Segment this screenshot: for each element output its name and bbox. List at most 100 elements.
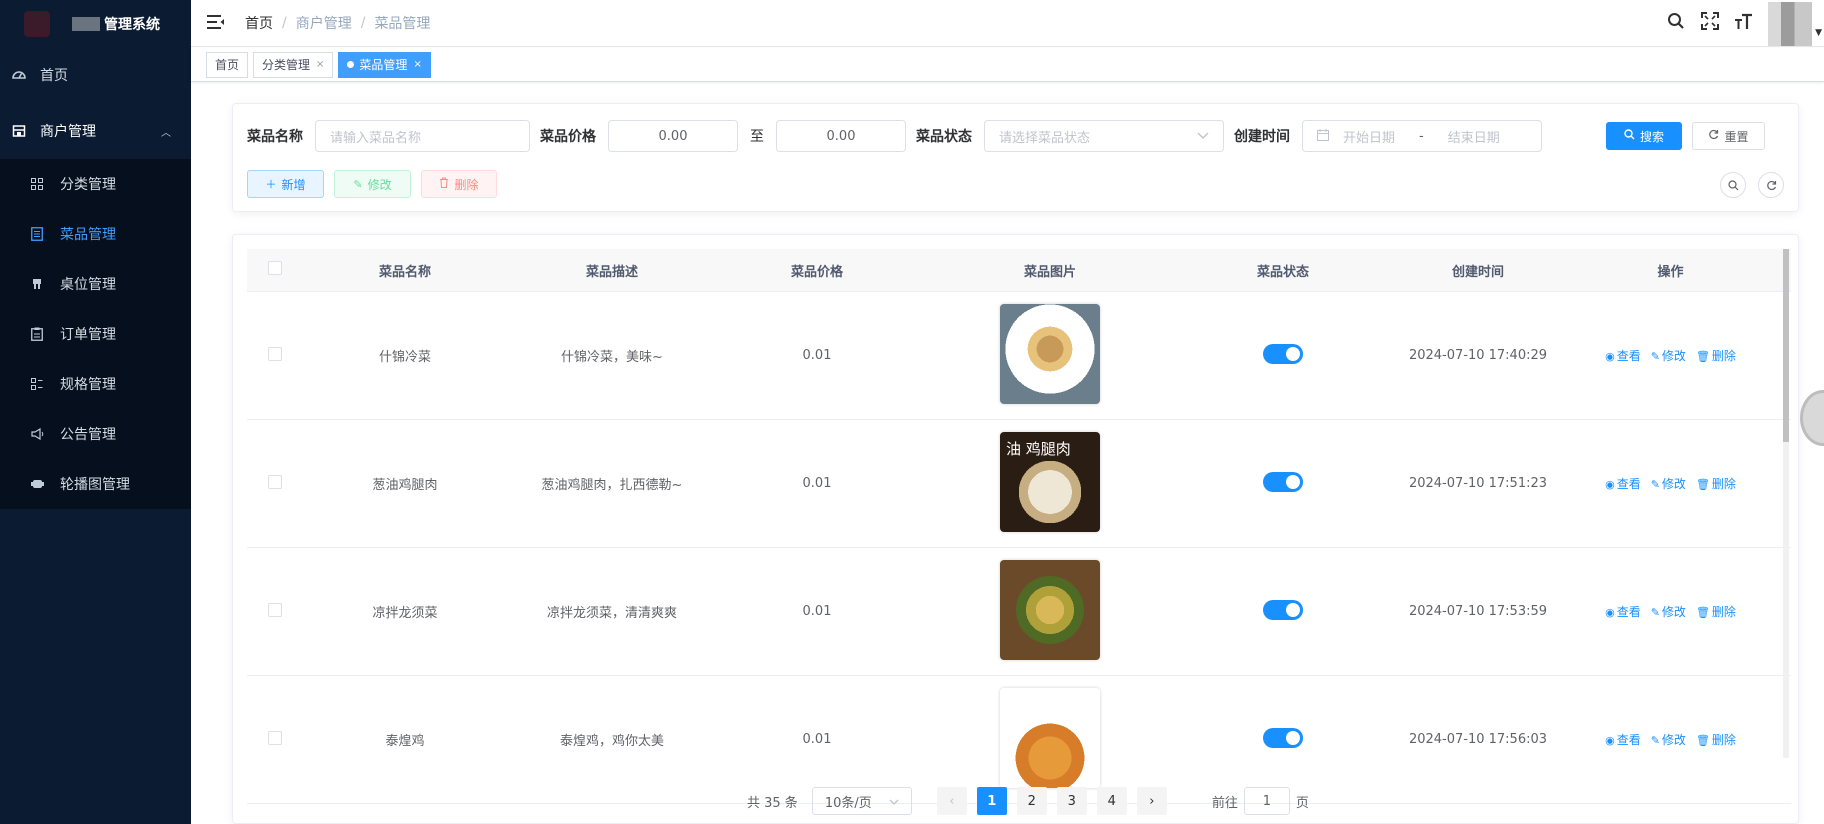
eye-icon: ◉ xyxy=(1605,606,1615,619)
pagination: 共 35 条 10条/页 ‹ 1 2 3 4 › 前往 1 页 xyxy=(747,787,1309,815)
scrollbar-thumb[interactable] xyxy=(1783,249,1789,442)
sidebar-item-home[interactable]: 首页 xyxy=(0,47,191,103)
sidebar-item-orders[interactable]: 订单管理 xyxy=(0,309,191,359)
select-all-checkbox[interactable] xyxy=(268,261,282,275)
page-size-select[interactable]: 10条/页 xyxy=(811,787,912,815)
column-header: 创建时间 xyxy=(1451,264,1504,280)
tag-dishes[interactable]: 菜品管理 × xyxy=(338,51,431,78)
status-switch[interactable] xyxy=(1263,599,1303,620)
close-icon[interactable]: × xyxy=(413,59,421,70)
sidebar-item-label: 首页 xyxy=(40,68,68,84)
view-link[interactable]: ◉ 查看 xyxy=(1605,731,1641,748)
sidebar-item-specs[interactable]: 规格管理 xyxy=(0,359,191,409)
trash-icon xyxy=(439,177,449,191)
row-checkbox[interactable] xyxy=(268,346,282,361)
row-checkbox[interactable] xyxy=(268,474,282,489)
goto-page-input[interactable]: 1 xyxy=(1243,787,1290,815)
dish-image[interactable] xyxy=(1000,559,1100,660)
breadcrumb-home[interactable]: 首页 xyxy=(245,13,273,33)
active-dot-icon xyxy=(347,61,355,68)
status-switch[interactable] xyxy=(1263,471,1303,492)
created-time: 2024-07-10 17:53:59 xyxy=(1408,604,1548,619)
avatar[interactable] xyxy=(1768,1,1812,46)
date-range-picker[interactable]: 开始日期 - 结束日期 xyxy=(1302,120,1542,152)
dish-price: 0.01 xyxy=(802,604,832,619)
edit-button[interactable]: ✎ 修改 xyxy=(334,170,411,198)
table-row[interactable]: 泰煌鸡 泰煌鸡，鸡你太美 0.01 2024-07-10 17:56:03 ◉ 查… xyxy=(247,676,1791,804)
action-toolbar: ＋ 新增 ✎ 修改 删除 xyxy=(247,170,497,198)
sidebar-item-dishes[interactable]: 菜品管理 xyxy=(0,209,191,259)
goto-label: 前往 xyxy=(1211,795,1238,811)
edit-label: 修改 xyxy=(1661,349,1686,363)
table-scrollbar[interactable] xyxy=(1783,249,1789,758)
page-button[interactable]: 1 xyxy=(976,787,1007,815)
status-select[interactable]: 请选择菜品状态 xyxy=(984,120,1224,152)
edit-icon: ✎ xyxy=(1650,606,1660,619)
delete-link[interactable]: 🗑 删除 xyxy=(1696,347,1736,364)
caret-down-icon[interactable]: ▼ xyxy=(1815,28,1822,38)
trash-icon: 🗑 xyxy=(1695,350,1710,363)
page-button[interactable]: 2 xyxy=(1016,787,1047,815)
dish-image[interactable]: 油 鸡腿肉 xyxy=(1000,431,1100,532)
delete-link[interactable]: 🗑 删除 xyxy=(1696,475,1736,492)
dish-image-cell xyxy=(917,559,1183,664)
chevron-down-icon xyxy=(1197,129,1209,144)
name-label: 菜品名称 xyxy=(247,129,303,145)
tag-home[interactable]: 首页 xyxy=(206,51,249,78)
reset-button[interactable]: 重置 xyxy=(1692,122,1765,150)
logo-area[interactable]: 管理系统 xyxy=(0,0,191,47)
view-link[interactable]: ◉ 查看 xyxy=(1605,603,1641,620)
sidebar-group-merchant[interactable]: 商户管理 ︿ xyxy=(0,103,191,159)
search-icon[interactable] xyxy=(1666,12,1686,35)
edit-link[interactable]: ✎ 修改 xyxy=(1651,731,1686,748)
close-icon[interactable]: × xyxy=(316,59,324,70)
view-label: 查看 xyxy=(1616,733,1641,747)
price-max-input[interactable]: 0.00 xyxy=(776,120,906,152)
prev-page-button[interactable]: ‹ xyxy=(936,787,967,815)
sidebar-item-tables[interactable]: 桌位管理 xyxy=(0,259,191,309)
table-row[interactable]: 什锦冷菜 什锦冷菜，美味~ 0.01 2024-07-10 17:40:29 ◉… xyxy=(247,292,1791,420)
status-label: 菜品状态 xyxy=(916,129,972,145)
hamburger-icon[interactable] xyxy=(207,13,227,34)
page-button[interactable]: 3 xyxy=(1056,787,1087,815)
search-button[interactable]: 搜索 xyxy=(1606,122,1682,150)
top-navbar: 首页 / 商户管理 / 菜品管理 ▼ xyxy=(191,0,1824,47)
status-switch[interactable] xyxy=(1263,343,1303,364)
fullscreen-icon[interactable] xyxy=(1700,12,1720,35)
dish-image[interactable] xyxy=(1000,303,1100,404)
view-link[interactable]: ◉ 查看 xyxy=(1605,347,1641,364)
delete-link[interactable]: 🗑 删除 xyxy=(1696,603,1736,620)
table-row[interactable]: 葱油鸡腿肉 葱油鸡腿肉，扎西德勒~ 0.01 油 鸡腿肉 2024-07-10 … xyxy=(247,420,1791,548)
dish-name-input[interactable]: 请输入菜品名称 xyxy=(315,120,530,152)
dish-price: 0.01 xyxy=(802,732,832,747)
add-button[interactable]: ＋ 新增 xyxy=(247,170,324,198)
sidebar-item-category[interactable]: 分类管理 xyxy=(0,159,191,209)
dish-image[interactable] xyxy=(1000,687,1100,788)
row-checkbox[interactable] xyxy=(268,602,282,617)
row-checkbox[interactable] xyxy=(268,730,282,745)
view-link[interactable]: ◉ 查看 xyxy=(1605,475,1641,492)
edit-link[interactable]: ✎ 修改 xyxy=(1651,475,1686,492)
sidebar-item-carousel[interactable]: 轮播图管理 xyxy=(0,459,191,509)
tag-label: 首页 xyxy=(215,58,240,72)
table-row[interactable]: 凉拌龙须菜 凉拌龙须菜，清清爽爽 0.01 2024-07-10 17:53:5… xyxy=(247,548,1791,676)
trash-icon: 🗑 xyxy=(1695,478,1710,491)
floating-handle[interactable] xyxy=(1800,390,1824,446)
price-min-input[interactable]: 0.00 xyxy=(608,120,738,152)
column-header: 菜品描述 xyxy=(585,264,638,280)
delete-button[interactable]: 删除 xyxy=(421,170,497,198)
delete-link[interactable]: 🗑 删除 xyxy=(1696,731,1736,748)
plus-icon: ＋ xyxy=(265,179,277,191)
refresh-icon[interactable] xyxy=(1758,172,1784,198)
font-size-icon[interactable] xyxy=(1734,12,1754,35)
edit-label: 修改 xyxy=(1661,605,1686,619)
edit-link[interactable]: ✎ 修改 xyxy=(1651,347,1686,364)
status-switch[interactable] xyxy=(1263,727,1303,748)
tag-category[interactable]: 分类管理 × xyxy=(253,51,334,78)
edit-link[interactable]: ✎ 修改 xyxy=(1651,603,1686,620)
next-page-button[interactable]: › xyxy=(1136,787,1167,815)
sidebar-item-notices[interactable]: 公告管理 xyxy=(0,409,191,459)
dashboard-icon xyxy=(12,68,26,82)
page-button[interactable]: 4 xyxy=(1096,787,1127,815)
toggle-search-icon[interactable] xyxy=(1720,172,1746,198)
